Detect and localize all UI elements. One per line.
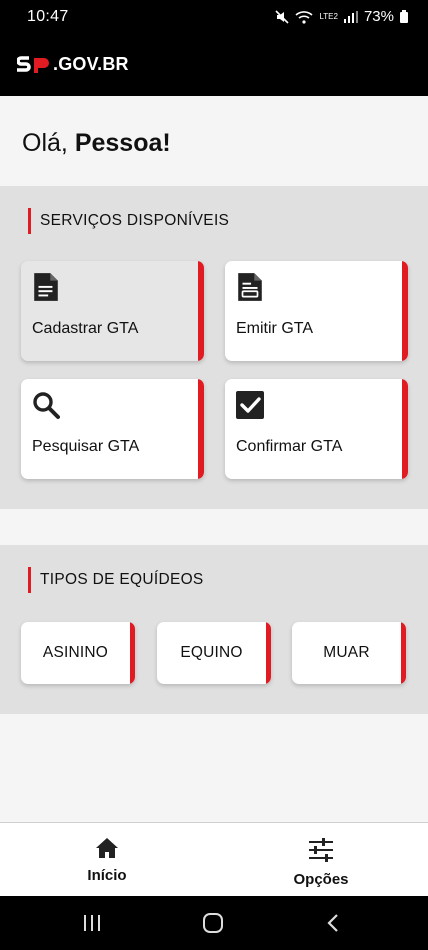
type-label: MUAR [323, 644, 370, 661]
sp-gov-logo: .GOV.BR [17, 54, 129, 75]
user-name: Pessoa! [74, 129, 171, 157]
battery-percent: 73% [363, 8, 394, 25]
nav-label-inicio: Início [87, 867, 127, 884]
title-accent-bar [28, 567, 31, 593]
service-label: Emitir GTA [236, 320, 314, 337]
bottom-navigation: Início Opções [0, 822, 428, 896]
search-icon [33, 392, 60, 419]
equid-types-section: TIPOS DE EQUÍDEOS ASININO EQUINO MUAR [0, 545, 428, 714]
battery-icon [400, 10, 408, 23]
document-edit-icon [238, 273, 262, 301]
type-label: EQUINO [180, 644, 243, 661]
type-label: ASININO [42, 644, 109, 661]
nav-item-inicio[interactable]: Início [0, 823, 214, 897]
wifi-icon [295, 10, 313, 24]
type-button-muar[interactable]: MUAR [292, 622, 406, 684]
logo-text: .GOV.BR [53, 54, 129, 74]
sp-logo-icon [17, 55, 49, 73]
home-system-button[interactable] [173, 896, 253, 950]
type-button-equino[interactable]: EQUINO [157, 622, 271, 684]
service-label: Confirmar GTA [236, 438, 343, 455]
nav-label-opcoes: Opções [293, 871, 349, 888]
document-icon [34, 273, 58, 301]
app-header: .GOV.BR [0, 34, 428, 96]
service-card-cadastrar-gta[interactable]: Cadastrar GTA [21, 261, 204, 361]
types-title: TIPOS DE EQUÍDEOS [28, 567, 204, 593]
home-icon [96, 838, 118, 858]
home-circle-icon [203, 913, 223, 933]
service-card-emitir-gta[interactable]: Emitir GTA [225, 261, 408, 361]
type-button-asinino[interactable]: ASININO [21, 622, 135, 684]
services-section: SERVIÇOS DISPONÍVEIS Cadastrar GTA Emiti… [0, 186, 428, 509]
back-chevron-icon [327, 914, 338, 932]
service-label: Cadastrar GTA [32, 320, 139, 337]
system-navigation-bar [0, 896, 428, 950]
status-bar: 10:47 LTE2 73% [0, 0, 428, 34]
status-time: 10:47 [27, 8, 69, 25]
status-icons: LTE2 73% [275, 8, 408, 25]
nav-item-opcoes[interactable]: Opções [214, 823, 428, 897]
greeting-area: Olá, Pessoa! [0, 96, 428, 186]
title-accent-bar [28, 208, 31, 234]
network-label: LTE2 [319, 11, 338, 21]
services-title: SERVIÇOS DISPONÍVEIS [28, 208, 229, 234]
signal-icon [343, 10, 358, 23]
greeting-text: Olá, Pessoa! [22, 129, 171, 158]
types-title-text: TIPOS DE EQUÍDEOS [40, 571, 204, 588]
back-button[interactable] [293, 896, 373, 950]
mute-icon [275, 9, 290, 24]
greeting-prefix: Olá, [22, 129, 68, 157]
checkbox-checked-icon [236, 391, 264, 419]
recent-apps-button[interactable] [52, 896, 132, 950]
service-card-confirmar-gta[interactable]: Confirmar GTA [225, 379, 408, 479]
services-title-text: SERVIÇOS DISPONÍVEIS [40, 212, 230, 229]
service-card-pesquisar-gta[interactable]: Pesquisar GTA [21, 379, 204, 479]
sliders-icon [309, 838, 333, 862]
recent-apps-icon [84, 915, 100, 931]
service-label: Pesquisar GTA [32, 438, 140, 455]
